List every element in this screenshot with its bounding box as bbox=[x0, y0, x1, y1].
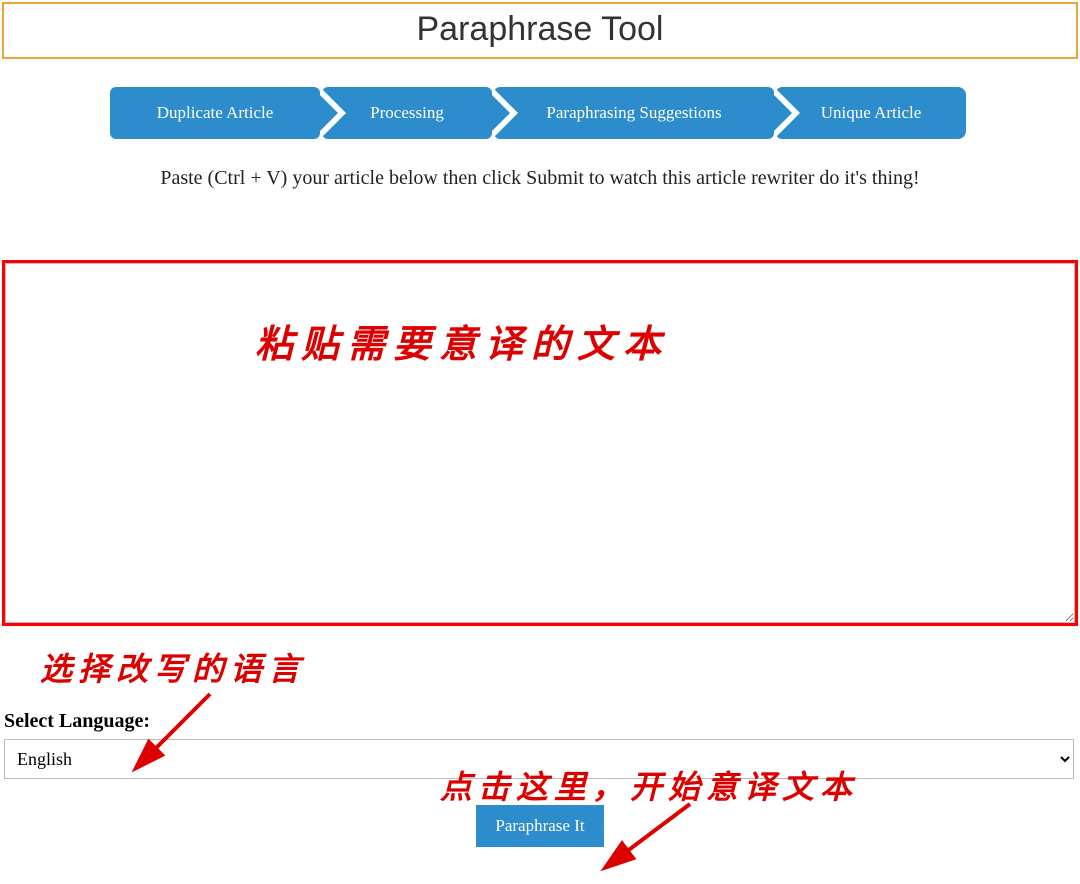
step-processing: Processing bbox=[322, 87, 492, 139]
chevron-right-icon bbox=[771, 92, 792, 134]
submit-row: Paraphrase It bbox=[0, 805, 1080, 847]
step-label: Processing bbox=[370, 103, 444, 123]
progress-steps: Duplicate Article Processing Paraphrasin… bbox=[110, 87, 970, 139]
step-paraphrasing-suggestions: Paraphrasing Suggestions bbox=[494, 87, 774, 139]
article-textarea[interactable] bbox=[5, 263, 1075, 623]
step-unique-article: Unique Article bbox=[776, 87, 966, 139]
step-duplicate-article: Duplicate Article bbox=[110, 87, 320, 139]
step-label: Duplicate Article bbox=[157, 103, 274, 123]
language-select[interactable]: English bbox=[4, 739, 1074, 779]
select-language-label: Select Language: bbox=[4, 710, 1080, 733]
annotation-select-language: 选择改写的语言 bbox=[40, 644, 1080, 690]
paraphrase-button[interactable]: Paraphrase It bbox=[476, 805, 603, 847]
instruction-text: Paste (Ctrl + V) your article below then… bbox=[10, 167, 1070, 190]
chevron-right-icon bbox=[489, 92, 510, 134]
page-title: Paraphrase Tool bbox=[4, 10, 1076, 49]
below-section: 选择改写的语言 Select Language: English 点击这里，开始… bbox=[0, 644, 1080, 847]
step-label: Paraphrasing Suggestions bbox=[546, 103, 721, 123]
chevron-right-icon bbox=[317, 92, 338, 134]
step-label: Unique Article bbox=[821, 103, 922, 123]
article-input-highlight: 粘贴需要意译的文本 bbox=[2, 260, 1078, 626]
page-title-bar: Paraphrase Tool bbox=[2, 2, 1078, 59]
